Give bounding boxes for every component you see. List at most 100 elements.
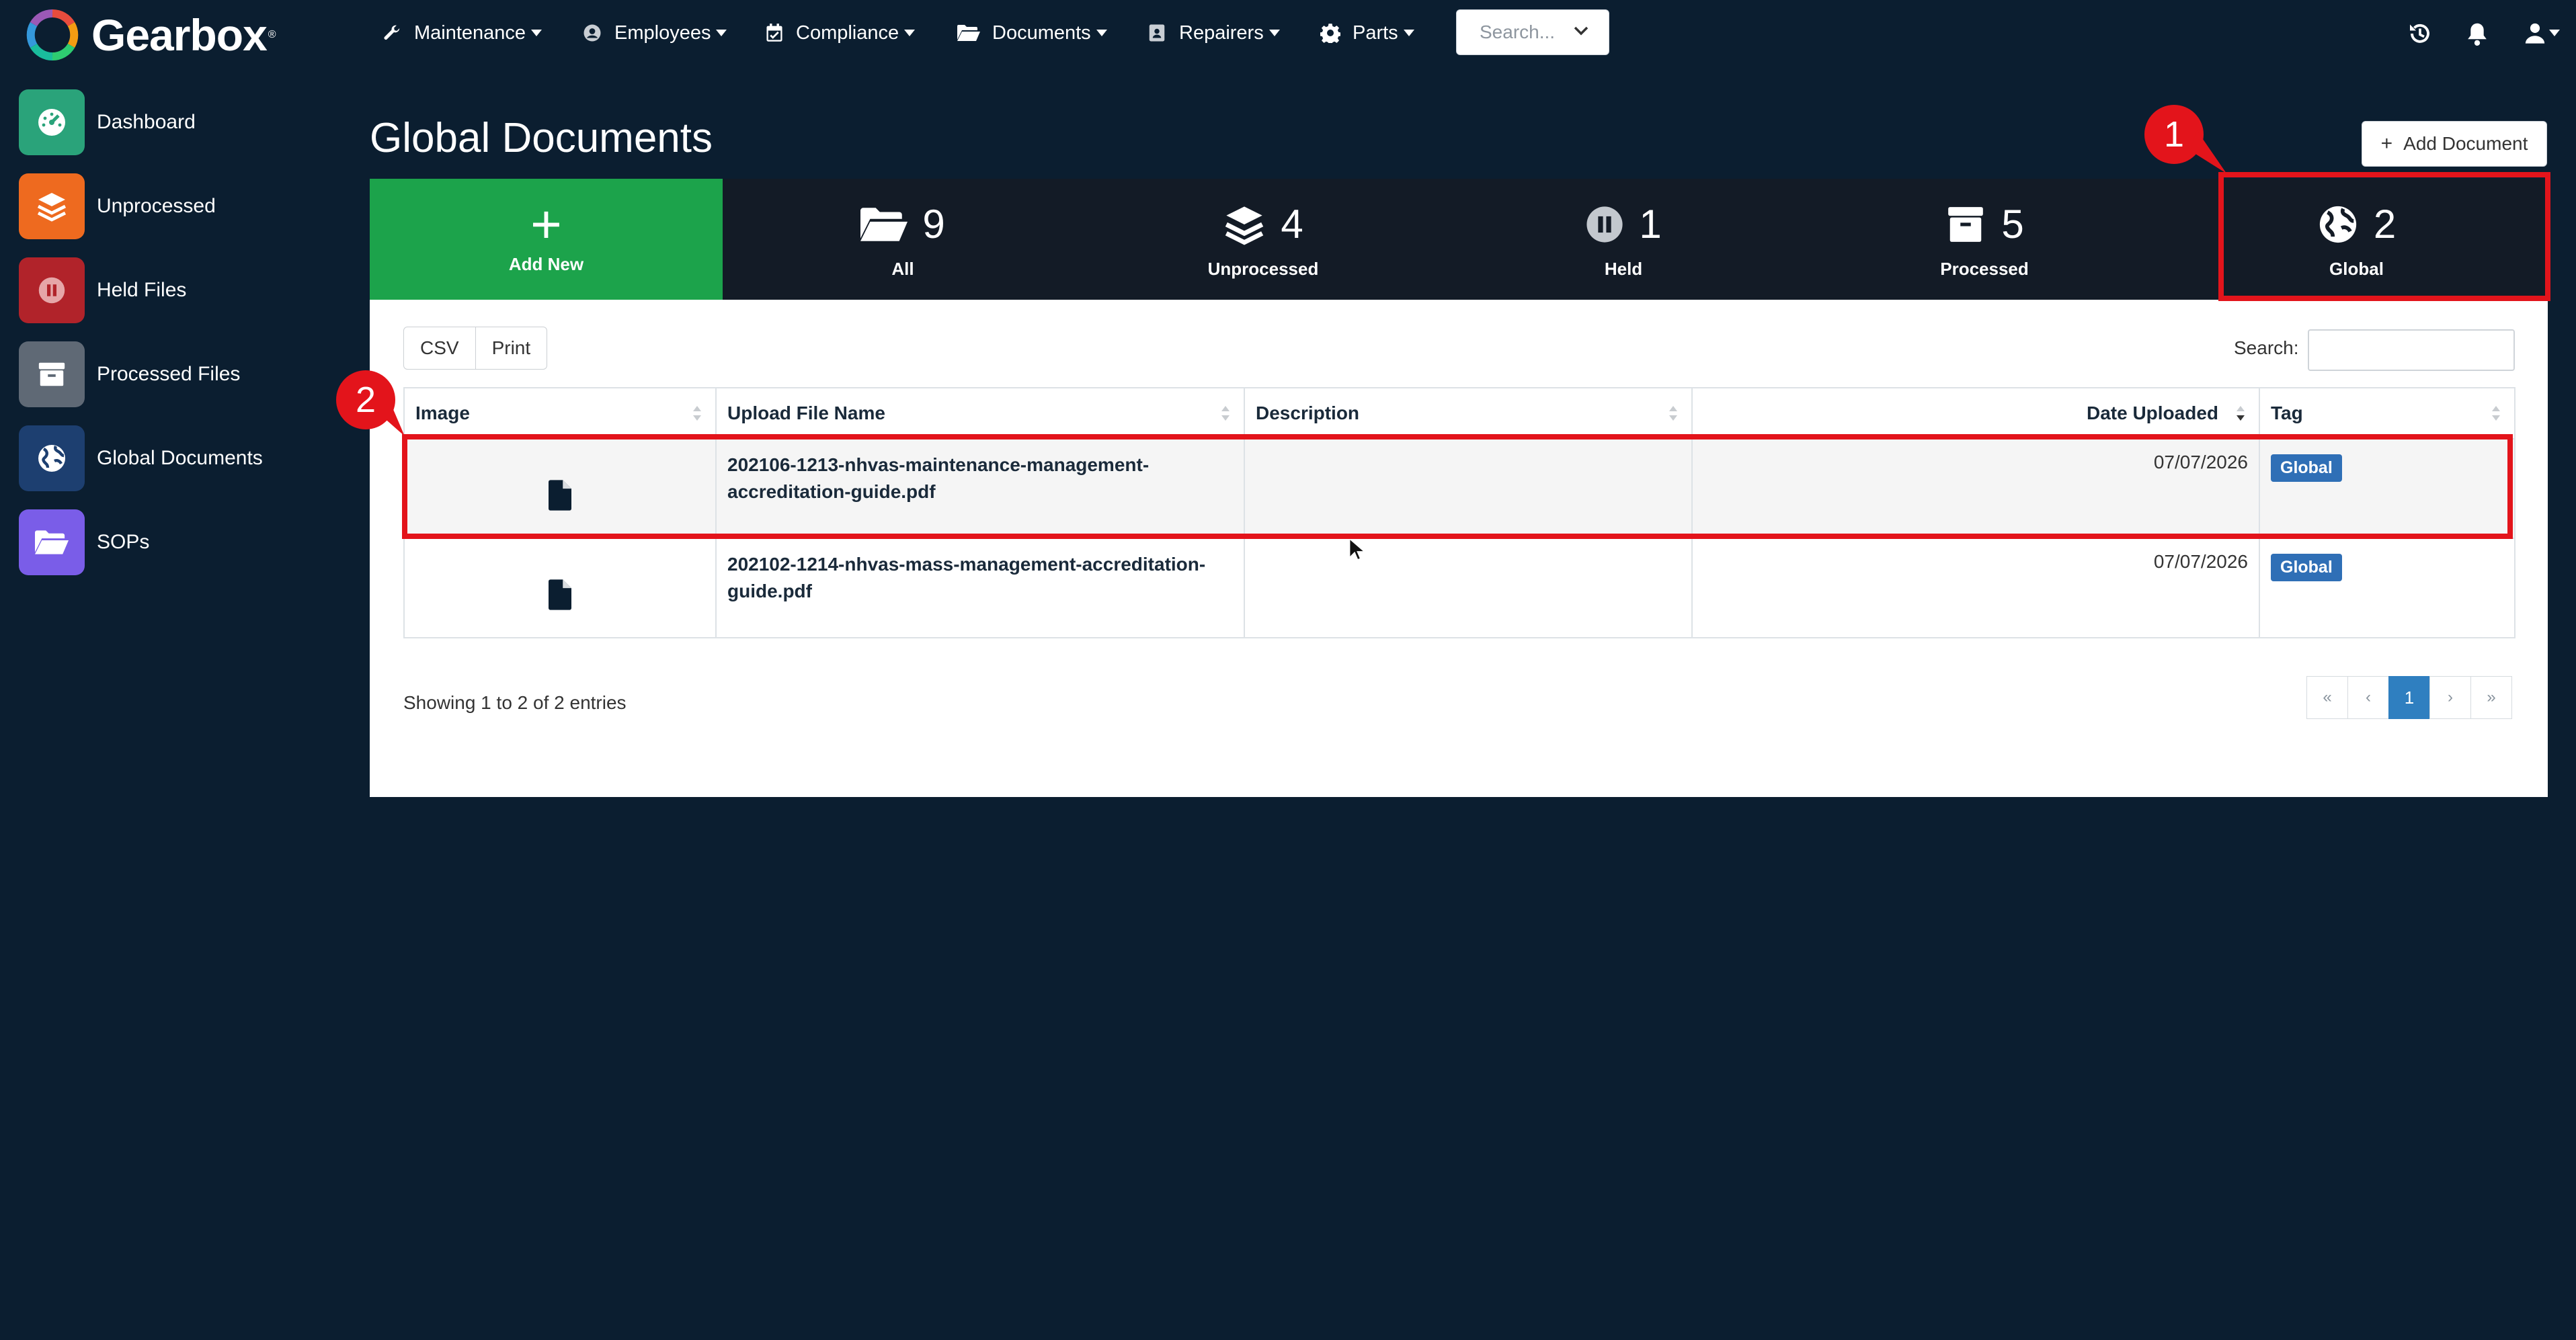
nav-compliance[interactable]: Compliance <box>765 17 916 48</box>
stat-count-processed: 5 <box>2001 202 2024 247</box>
plus-icon: + <box>2380 132 2393 155</box>
gearbox-logo-icon <box>26 9 79 61</box>
sidebar-item-processed-files[interactable]: Processed Files <box>19 341 355 407</box>
page-number-button[interactable]: 1 <box>2388 676 2430 719</box>
nav-parts-label: Parts <box>1353 22 1398 44</box>
sort-icon <box>693 406 701 421</box>
highlight-box-global-tile <box>2218 172 2550 301</box>
page-title: Global Documents <box>370 115 713 161</box>
highlight-box-first-row <box>402 434 2513 539</box>
add-new-label: Add New <box>508 253 584 274</box>
unprocessed-tile <box>19 173 85 239</box>
column-header-image-label: Image <box>415 403 470 423</box>
chevron-down-icon <box>1574 26 1588 36</box>
page-first-button[interactable]: « <box>2306 676 2348 719</box>
sidebar-item-dashboard[interactable]: Dashboard <box>19 89 355 155</box>
caret-down-icon <box>531 30 542 36</box>
image-cell <box>403 538 717 638</box>
layers-icon <box>1225 206 1264 245</box>
sidebar-item-global-documents-label: Global Documents <box>97 447 263 469</box>
global-documents-tile <box>19 425 85 491</box>
column-header-date-uploaded[interactable]: Date Uploaded <box>1691 387 2260 439</box>
sort-icon <box>1669 406 1677 421</box>
stat-tile-processed[interactable]: 5 Processed <box>1804 179 2165 300</box>
archive-box-icon <box>1948 206 1984 242</box>
stat-label-unprocessed: Unprocessed <box>1207 258 1319 279</box>
processed-files-tile <box>19 341 85 407</box>
sidebar-item-global-documents[interactable]: Global Documents <box>19 425 355 491</box>
filename-line-1: 202102-1214-nhvas-mass-management-accred… <box>727 554 1206 575</box>
registered-mark: ® <box>268 29 276 40</box>
column-header-description-label: Description <box>1256 403 1360 423</box>
wrench-icon <box>384 25 400 40</box>
sidebar-item-processed-files-label: Processed Files <box>97 363 241 385</box>
stat-label-held: Held <box>1604 258 1643 279</box>
folder-open-icon <box>860 207 908 241</box>
add-document-button[interactable]: + Add Document <box>2362 121 2547 167</box>
sort-icon <box>2492 406 2500 421</box>
folder-open-icon <box>957 25 980 41</box>
sidebar-item-held-files-label: Held Files <box>97 279 187 301</box>
history-icon[interactable] <box>2408 22 2432 46</box>
top-navbar: Gearbox ® Maintenance Employees Complianc… <box>0 0 2576 67</box>
calendar-check-icon <box>766 24 782 42</box>
column-header-tag[interactable]: Tag <box>2259 387 2515 439</box>
stat-count-unprocessed: 4 <box>1281 202 1303 247</box>
id-card-icon <box>1149 24 1165 42</box>
filename-link[interactable]: 202102-1214-nhvas-mass-management-accred… <box>727 551 1233 605</box>
sidebar-item-unprocessed-label: Unprocessed <box>97 195 216 217</box>
pagination: « ‹ 1 › » <box>2306 676 2512 719</box>
nav-search-placeholder: Search... <box>1480 22 1556 42</box>
print-button[interactable]: Print <box>475 327 548 370</box>
sidebar-item-unprocessed[interactable]: Unprocessed <box>19 173 355 239</box>
nav-documents[interactable]: Documents <box>957 17 1107 48</box>
gearbox-logo[interactable]: Gearbox ® <box>26 9 276 61</box>
folder-open-icon <box>35 530 69 554</box>
stat-count-held: 1 <box>1639 202 1662 247</box>
nav-employees[interactable]: Employees <box>582 17 727 48</box>
page-next-button[interactable]: › <box>2429 676 2471 719</box>
column-header-description[interactable]: Description <box>1244 387 1693 439</box>
caret-down-icon <box>1269 30 1280 36</box>
caret-down-icon <box>2549 30 2560 36</box>
stat-tile-all[interactable]: 9 All <box>723 179 1083 300</box>
sidebar-item-sops[interactable]: SOPs <box>19 509 355 575</box>
table-search-input[interactable] <box>2308 329 2515 371</box>
stat-count-all: 9 <box>922 202 945 247</box>
globe-icon <box>38 445 65 472</box>
table-row[interactable]: 202102-1214-nhvas-mass-management-accred… <box>403 538 2515 638</box>
add-new-tile[interactable]: + Add New <box>370 179 723 300</box>
column-header-filename-label: Upload File Name <box>727 403 885 423</box>
bell-icon[interactable] <box>2466 22 2489 46</box>
caret-down-icon <box>1096 30 1107 36</box>
export-button-group: CSV Print <box>403 327 548 370</box>
table-info-text: Showing 1 to 2 of 2 entries <box>403 692 627 713</box>
page-prev-button[interactable]: ‹ <box>2347 676 2389 719</box>
file-icon[interactable] <box>549 579 571 610</box>
column-header-image[interactable]: Image <box>403 387 717 439</box>
held-files-tile <box>19 257 85 323</box>
description-cell <box>1244 538 1693 638</box>
documents-panel: CSV Print Search: Image Upload File Name… <box>370 300 2548 797</box>
plus-icon: + <box>530 194 562 254</box>
sidebar-item-sops-label: SOPs <box>97 531 150 553</box>
table-header-row: Image Upload File Name Description Date … <box>403 387 2515 439</box>
page-last-button[interactable]: » <box>2470 676 2512 719</box>
user-icon <box>2525 23 2545 44</box>
csv-button[interactable]: CSV <box>403 327 476 370</box>
user-menu[interactable] <box>2524 22 2560 44</box>
tag-badge: Global <box>2271 554 2342 581</box>
stat-tile-held[interactable]: 1 Held <box>1443 179 1804 300</box>
stat-tile-unprocessed[interactable]: 4 Unprocessed <box>1083 179 1443 300</box>
column-header-upload-file-name[interactable]: Upload File Name <box>715 387 1245 439</box>
sidebar-item-held-files[interactable]: Held Files <box>19 257 355 323</box>
nav-maintenance-label: Maintenance <box>414 22 526 44</box>
nav-parts[interactable]: Parts <box>1320 17 1414 48</box>
nav-documents-label: Documents <box>992 22 1091 44</box>
nav-search-select[interactable]: Search... <box>1456 9 1609 55</box>
nav-repairers[interactable]: Repairers <box>1147 17 1280 48</box>
column-header-tag-label: Tag <box>2271 403 2303 423</box>
layers-icon <box>37 193 67 222</box>
tag-cell: Global <box>2259 538 2515 638</box>
nav-maintenance[interactable]: Maintenance <box>382 17 542 48</box>
